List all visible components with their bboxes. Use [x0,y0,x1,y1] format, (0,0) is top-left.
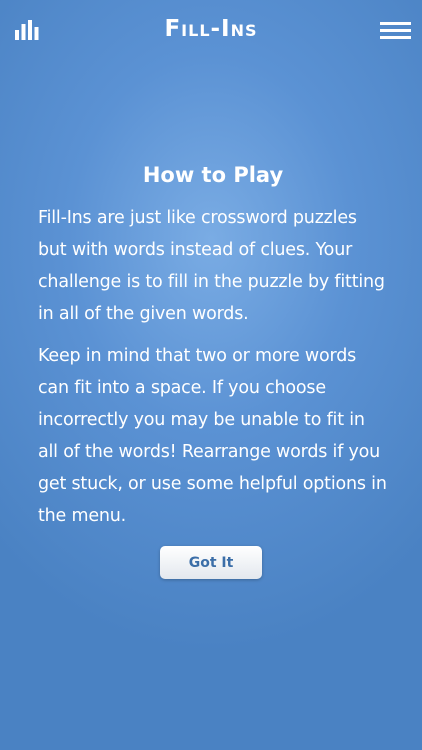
tips-paragraph: Keep in mind that two or more words can … [38,346,387,526]
how-to-play-dialog: How to Play Fill-Ins are just like cross… [38,160,388,542]
app-header: Fill-Ins [0,0,422,62]
instructions-paragraph: Fill-Ins are just like crossword puzzles… [38,208,385,324]
dialog-title: How to Play [142,163,284,187]
app-title: Fill-Ins [164,16,258,42]
hamburger-menu-icon[interactable] [380,22,411,39]
got-it-button[interactable]: Got It [160,546,262,579]
